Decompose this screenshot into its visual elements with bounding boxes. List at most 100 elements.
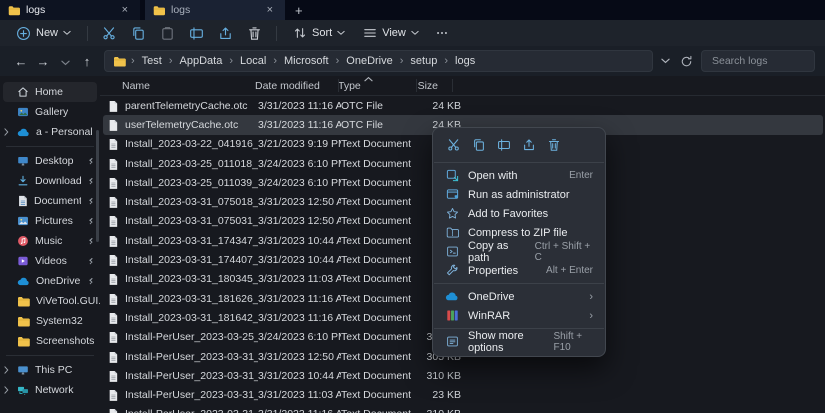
sidebar-item-screenshots-folder[interactable]: Screenshots bbox=[0, 331, 100, 351]
search-box[interactable] bbox=[701, 50, 815, 72]
copy-button[interactable] bbox=[470, 136, 487, 153]
sidebar-item-music[interactable]: Music bbox=[0, 231, 100, 251]
chevron-right-icon[interactable] bbox=[4, 366, 9, 374]
chevron-right-icon[interactable] bbox=[4, 128, 9, 136]
forward-button[interactable]: → bbox=[32, 55, 54, 68]
sidebar-item-desktop[interactable]: Desktop bbox=[0, 151, 100, 171]
file-name: Install-PerUser_2023-03-25_011020_4356..… bbox=[125, 331, 258, 343]
file-size: 23 KB bbox=[419, 389, 463, 401]
this-pc-icon bbox=[17, 364, 29, 376]
table-row[interactable]: Install-PerUser_2023-03-31_174349_656-..… bbox=[103, 366, 823, 385]
menu-item-winrar[interactable]: WinRAR › bbox=[433, 306, 605, 325]
menu-item-show-more-options[interactable]: Show more options Shift + F10 bbox=[433, 332, 605, 351]
show-more-options-icon bbox=[445, 335, 459, 348]
file-date: 3/31/2023 12:50 AM bbox=[258, 351, 341, 363]
file-name: Install_2023-03-25_011018_6460-1008 bbox=[125, 158, 258, 170]
menu-item-open-with[interactable]: Open with Enter bbox=[433, 166, 605, 185]
share-button[interactable] bbox=[520, 136, 537, 153]
breadcrumb-segment[interactable]: Test bbox=[140, 54, 164, 68]
share-button[interactable] bbox=[217, 25, 234, 42]
back-button[interactable]: ← bbox=[10, 55, 32, 68]
address-bar[interactable]: › Test › AppData › Local › Microsoft › O… bbox=[104, 50, 653, 72]
sidebar-item-network[interactable]: Network bbox=[0, 380, 100, 400]
file-date: 3/31/2023 11:16 AM bbox=[258, 119, 341, 131]
breadcrumb-segment[interactable]: setup bbox=[408, 54, 439, 68]
breadcrumb-segment[interactable]: Microsoft bbox=[282, 54, 331, 68]
table-row[interactable]: Install-PerUser_2023-03-31_180352_1128..… bbox=[103, 385, 823, 404]
copy-button[interactable] bbox=[130, 25, 147, 42]
paste-button[interactable] bbox=[159, 25, 176, 42]
column-header-type[interactable]: Type bbox=[338, 80, 416, 92]
file-name: Install_2023-03-31_174407_8360-1672 bbox=[125, 254, 258, 266]
new-button[interactable]: New bbox=[8, 23, 79, 44]
column-header-name[interactable]: Name bbox=[100, 80, 255, 92]
table-row[interactable]: Install-PerUser_2023-03-31_181628_7992 3… bbox=[103, 405, 823, 413]
menu-item-run-as-administrator[interactable]: Run as administrator bbox=[433, 185, 605, 204]
chevron-right-icon[interactable] bbox=[4, 386, 9, 394]
rename-button[interactable] bbox=[495, 136, 512, 153]
sidebar-item-pictures[interactable]: Pictures bbox=[0, 211, 100, 231]
folder-icon bbox=[17, 296, 30, 307]
sidebar-item-onedrive[interactable]: OneDrive bbox=[0, 271, 100, 291]
column-header-size[interactable]: Size bbox=[416, 80, 460, 92]
file-name: Install_2023-03-31_181642_148-6604 bbox=[125, 312, 258, 324]
home-icon bbox=[17, 86, 29, 98]
view-button[interactable]: View bbox=[355, 23, 427, 43]
address-dropdown-button[interactable] bbox=[661, 58, 670, 64]
up-button[interactable]: ↑ bbox=[76, 55, 98, 68]
delete-button[interactable] bbox=[246, 25, 263, 42]
column-divider[interactable] bbox=[452, 79, 453, 92]
close-tab-icon[interactable]: × bbox=[118, 4, 132, 17]
column-header-date-modified[interactable]: Date modified bbox=[255, 80, 338, 92]
file-type: Text Document bbox=[341, 331, 419, 343]
sort-button[interactable]: Sort bbox=[285, 23, 353, 43]
menu-shortcut: Ctrl + Shift + C bbox=[535, 241, 593, 263]
menu-item-properties[interactable]: Properties Alt + Enter bbox=[433, 261, 605, 280]
new-tab-button[interactable]: + bbox=[285, 0, 313, 20]
sidebar-item-videos[interactable]: Videos bbox=[0, 251, 100, 271]
close-tab-icon[interactable]: × bbox=[263, 4, 277, 17]
menu-item-copy-as-path[interactable]: Copy as path Ctrl + Shift + C bbox=[433, 242, 605, 261]
tab-logs-active[interactable]: logs × bbox=[0, 0, 140, 20]
sidebar-item-home[interactable]: Home bbox=[3, 82, 97, 102]
text-document-icon bbox=[108, 293, 118, 305]
sidebar-item-vivetool-folder[interactable]: ViVeTool.GUI.1.6.2.C bbox=[0, 291, 100, 311]
file-type: OTC File bbox=[341, 100, 419, 112]
sidebar-item-gallery[interactable]: Gallery bbox=[0, 102, 100, 122]
tab-label: logs bbox=[171, 4, 190, 16]
breadcrumb-segment[interactable]: OneDrive bbox=[344, 54, 394, 68]
tab-logs-inactive[interactable]: logs × bbox=[145, 0, 285, 20]
rename-button[interactable] bbox=[188, 25, 205, 42]
sidebar-item-this-pc[interactable]: This PC bbox=[0, 360, 100, 380]
column-divider[interactable] bbox=[338, 79, 339, 92]
file-date: 3/24/2023 6:10 PM bbox=[258, 158, 341, 170]
recent-locations-button[interactable] bbox=[54, 55, 76, 68]
menu-item-onedrive[interactable]: OneDrive › bbox=[433, 287, 605, 306]
cut-button[interactable] bbox=[445, 136, 462, 153]
folder-icon bbox=[17, 336, 30, 347]
search-input[interactable] bbox=[710, 54, 806, 68]
refresh-button[interactable] bbox=[680, 55, 693, 68]
sort-ascending-icon bbox=[364, 76, 373, 82]
menu-item-add-to-favorites[interactable]: Add to Favorites bbox=[433, 204, 605, 223]
delete-button[interactable] bbox=[545, 136, 562, 153]
sidebar-item-downloads[interactable]: Downloads bbox=[0, 171, 100, 191]
column-headers: Name Date modified Type Size bbox=[100, 76, 825, 96]
sidebar-item-documents[interactable]: Documents bbox=[0, 191, 100, 211]
open-with-icon bbox=[445, 169, 459, 182]
file-name: Install_2023-03-31_075031_6464-7164 bbox=[125, 215, 258, 227]
breadcrumb-segment[interactable]: logs bbox=[453, 54, 477, 68]
breadcrumb-segment[interactable]: Local bbox=[238, 54, 268, 68]
sidebar-item-onedrive-personal[interactable]: a - Personal bbox=[0, 122, 100, 142]
sidebar-scrollbar[interactable] bbox=[96, 130, 99, 242]
more-options-button[interactable] bbox=[434, 25, 451, 42]
breadcrumb-segment[interactable]: AppData bbox=[178, 54, 225, 68]
plus-circle-icon bbox=[16, 26, 31, 41]
otc-file-icon bbox=[108, 100, 118, 112]
file-name: Install_2023-03-22_041916_5340-4340 bbox=[125, 138, 258, 150]
videos-icon bbox=[17, 255, 29, 267]
sidebar-item-system32-folder[interactable]: System32 bbox=[0, 311, 100, 331]
cut-button[interactable] bbox=[101, 25, 118, 42]
table-row[interactable]: parentTelemetryCache.otc 3/31/2023 11:16… bbox=[103, 96, 823, 115]
column-divider[interactable] bbox=[416, 79, 417, 92]
